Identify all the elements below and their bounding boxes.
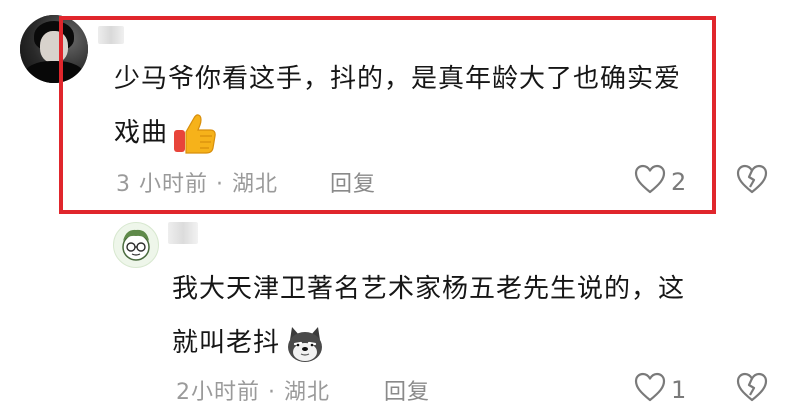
commenter-avatar[interactable] xyxy=(113,222,159,268)
broken-heart-icon[interactable] xyxy=(736,164,768,194)
doge-emoji xyxy=(284,324,326,364)
like-count: 1 xyxy=(671,376,687,404)
comment-text-line2: 就叫老抖 xyxy=(172,328,281,358)
reply-button[interactable]: 回复 xyxy=(384,374,430,406)
heart-icon[interactable] xyxy=(634,372,666,402)
username-redacted[interactable] xyxy=(168,222,198,244)
highlight-box xyxy=(59,16,716,214)
comment-text: 我大天津卫著名艺术家杨五老先生说的，这 就叫老抖 xyxy=(172,262,772,370)
comment-meta: 2小时前 · 湖北 xyxy=(176,380,330,405)
comment-text-line1: 我大天津卫著名艺术家杨五老先生说的，这 xyxy=(172,274,686,304)
broken-heart-icon[interactable] xyxy=(736,372,768,402)
